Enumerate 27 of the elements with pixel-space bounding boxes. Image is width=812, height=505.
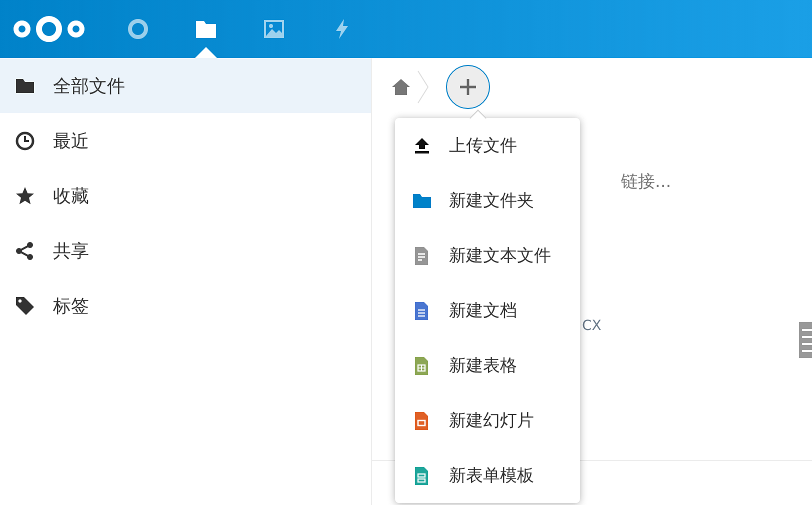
file-name-text: 链接...: [621, 171, 672, 193]
sidebar-item[interactable]: 共享: [0, 223, 371, 278]
sidebar-item[interactable]: 标签: [0, 278, 371, 333]
logo-icon[interactable]: [12, 15, 86, 43]
new-button[interactable]: [446, 65, 490, 109]
image-icon[interactable]: [262, 17, 286, 41]
menu-item[interactable]: 新建表格: [395, 338, 580, 393]
menu-item[interactable]: 新表单模板: [395, 448, 580, 503]
sidebar-item[interactable]: 最近: [0, 113, 371, 168]
list-icon: [799, 322, 812, 358]
menu-item[interactable]: 新建文档: [395, 283, 580, 338]
menu-item[interactable]: 新建文件夹: [395, 173, 580, 228]
clock-icon: [15, 130, 35, 150]
plus-icon: [459, 78, 477, 96]
circle-icon[interactable]: [126, 17, 150, 41]
upload-icon: [412, 136, 432, 156]
sidebar-item[interactable]: 收藏: [0, 168, 371, 223]
breadcrumb-separator-icon: [417, 70, 429, 104]
file-name-text: CX: [582, 318, 602, 334]
sidebar-item[interactable]: 全部文件: [0, 58, 371, 113]
star-icon: [15, 186, 35, 206]
share-icon: [15, 240, 35, 260]
home-icon[interactable]: [391, 77, 411, 97]
menu-item[interactable]: 新建文本文件: [395, 228, 580, 283]
menu-item[interactable]: 上传文件: [395, 118, 580, 173]
tag-icon: [15, 296, 35, 316]
menu-item[interactable]: 新建幻灯片: [395, 393, 580, 448]
